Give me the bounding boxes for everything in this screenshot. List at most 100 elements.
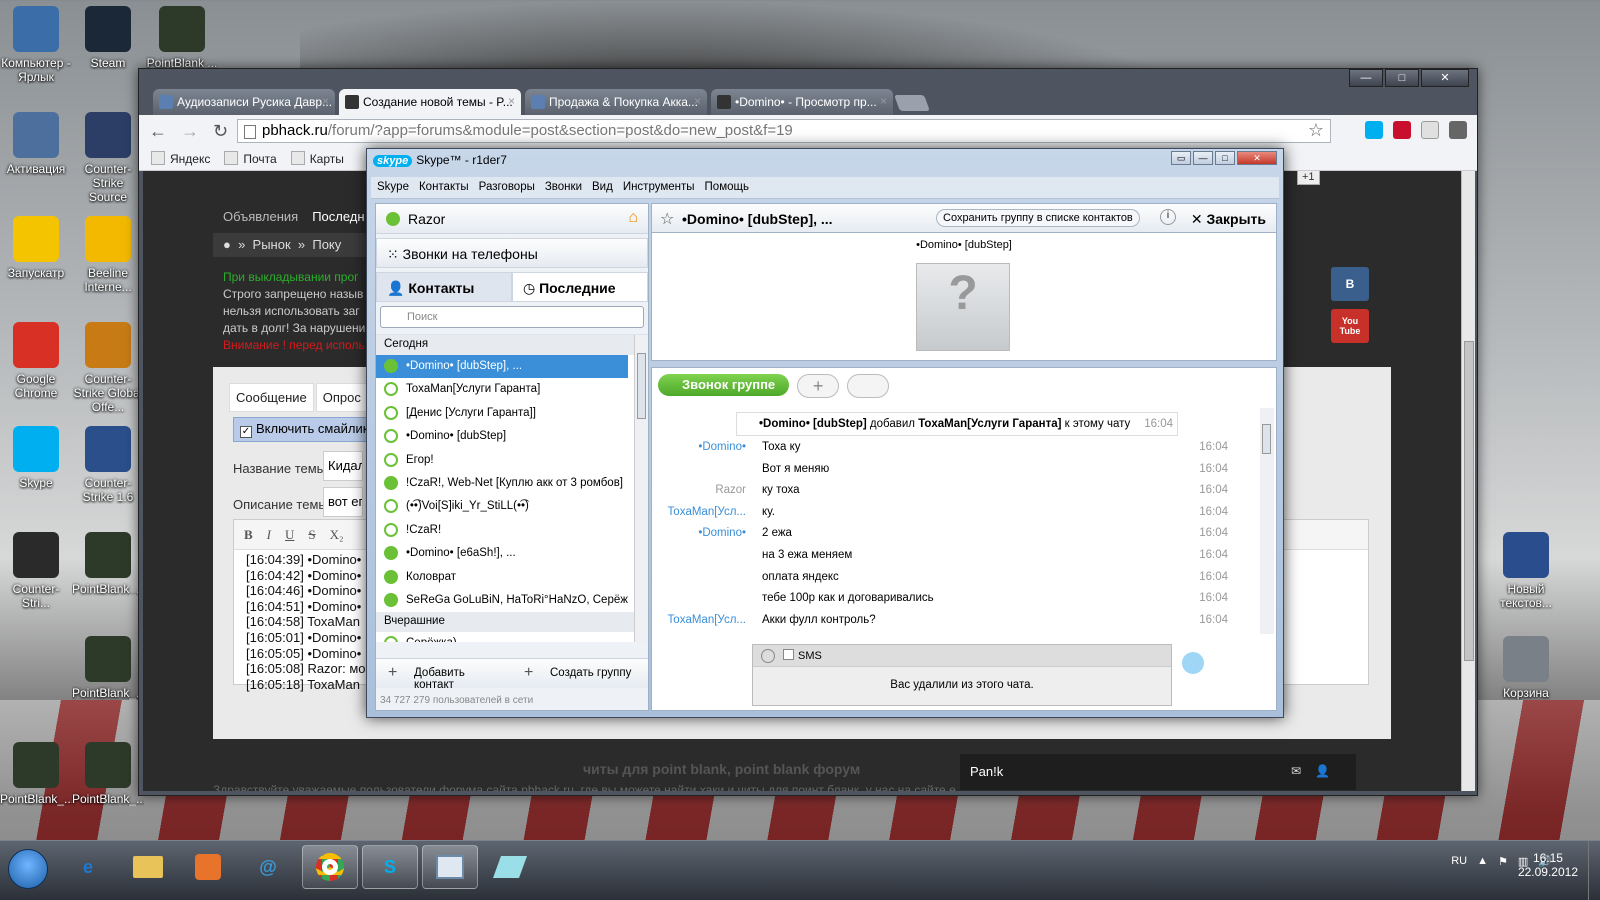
taskbar-skype-icon[interactable]: S — [362, 845, 418, 889]
minimize-button[interactable]: — — [1349, 69, 1383, 87]
chat-message[interactable]: •Domino• 2 ежа 16:04 — [652, 522, 1264, 544]
taskbar-window-icon[interactable] — [422, 845, 478, 889]
sms-checkbox[interactable] — [783, 649, 794, 660]
message-author[interactable]: •Domino• — [652, 441, 746, 453]
subscript-button[interactable]: X₂ — [330, 527, 344, 542]
tab-recent[interactable]: ◷ Последние — [512, 272, 648, 302]
chat-message[interactable]: Razor ку тоха 16:04 — [652, 479, 1264, 501]
compact-view-button[interactable]: ▭ — [1171, 151, 1191, 165]
bookmark-star-icon[interactable]: ☆ — [1308, 120, 1324, 141]
chat-message[interactable]: Вот я меняю 16:04 — [652, 458, 1264, 480]
taskbar-ie-icon[interactable]: e — [60, 845, 116, 889]
desktop-icon[interactable]: Steam — [72, 6, 144, 70]
favorite-star-icon[interactable]: ☆ — [660, 209, 674, 229]
create-group-button[interactable]: Создать группу — [512, 659, 648, 688]
maximize-button[interactable]: □ — [1385, 69, 1419, 87]
desktop-icon[interactable]: Beeline Interne... — [72, 216, 144, 294]
desktop-icon[interactable]: Counter-Stri... — [0, 532, 72, 610]
nav-announcements[interactable]: Объявления — [223, 209, 298, 224]
close-button[interactable]: ✕ — [1421, 69, 1469, 87]
chat-message[interactable]: ToxaMan[Усл... ку. 16:04 — [652, 501, 1264, 523]
message-author[interactable]: Razor — [652, 484, 746, 496]
desktop-icon[interactable]: Google Chrome — [0, 322, 72, 400]
desktop-icon[interactable]: PointBlank_... — [72, 636, 144, 700]
new-tab-button[interactable] — [894, 95, 930, 111]
show-desktop-button[interactable] — [1588, 841, 1600, 900]
add-participant-button[interactable]: + — [797, 374, 840, 398]
wrench-icon[interactable] — [1449, 121, 1467, 139]
clock[interactable]: 16:15 22.09.2012 — [1518, 851, 1578, 879]
chat-panel-panik[interactable]: Pan!k ✉👤 — [960, 754, 1356, 790]
recent-item[interactable]: SeReGa GoLuBiN, HaToRi°HaNzO, Серёжк... — [376, 589, 628, 612]
desktop-icon[interactable]: Новый текстов... — [1490, 532, 1562, 610]
underline-button[interactable]: U — [285, 527, 294, 542]
minimize-button[interactable]: — — [1193, 151, 1213, 165]
tab-contacts[interactable]: 👤 Контакты — [376, 272, 512, 302]
taskbar-explorer-icon[interactable] — [120, 845, 176, 889]
topic-description-input[interactable]: вот ег — [323, 487, 363, 517]
strike-button[interactable]: S — [308, 527, 315, 542]
close-tab-icon[interactable]: × — [508, 94, 515, 108]
close-tab-icon[interactable]: × — [322, 94, 329, 108]
action-center-flag-icon[interactable]: ⚑ — [1498, 855, 1508, 868]
desktop-icon[interactable]: PointBlank ... — [146, 6, 218, 70]
tab-message[interactable]: Сообщение — [229, 383, 314, 412]
desktop-icon[interactable]: Корзина — [1490, 636, 1562, 700]
close-button[interactable]: ✕ — [1237, 151, 1277, 165]
chat-message[interactable]: ToxaMan[Усл... Акки фулл контроль? 16:04 — [652, 609, 1264, 631]
recent-item[interactable]: ToxaMan[Услуги Гаранта] — [376, 378, 628, 401]
kaspersky-extension-icon[interactable] — [1393, 121, 1411, 139]
desktop-icon[interactable]: Skype — [0, 426, 72, 490]
tab-poll[interactable]: Опрос — [315, 383, 368, 412]
bookmark-maps[interactable]: Карты — [291, 151, 344, 166]
enable-smilies-checkbox[interactable]: ✓ Включить смайлик — [233, 417, 376, 442]
chat-message[interactable]: тебе 100р как и договаривались 16:04 — [652, 587, 1264, 609]
forward-arrow-icon[interactable]: → — [181, 121, 199, 142]
group-call-button[interactable]: Звонок группе — [658, 374, 790, 396]
call-phones-button[interactable]: ⁙ Звонки на телефоны — [376, 238, 648, 268]
menu-conversations[interactable]: Разговоры — [479, 181, 535, 194]
desktop-icon[interactable]: PointBlank_... — [72, 532, 144, 596]
recent-item[interactable]: [Денис [Услуги Гаранта]] — [376, 402, 628, 425]
nav-latest[interactable]: Последн — [312, 209, 364, 224]
desktop-icon[interactable]: Запускатр — [0, 216, 72, 280]
youtube-button[interactable]: You Tube — [1331, 309, 1369, 343]
italic-button[interactable]: I — [267, 527, 271, 542]
address-bar[interactable]: pbhack.ru/forum/?app=forums&module=post&… — [237, 119, 1331, 143]
k-extension-icon[interactable] — [1421, 121, 1439, 139]
home-icon[interactable]: ⌂ — [628, 209, 638, 227]
maximize-button[interactable]: □ — [1215, 151, 1235, 165]
taskbar-notes-icon[interactable] — [482, 845, 538, 889]
tab-domino-profile[interactable]: •Domino• - Просмотр пр... × — [711, 89, 893, 115]
close-tab-icon[interactable]: × — [694, 94, 701, 108]
taskbar-chrome-icon[interactable] — [302, 845, 358, 889]
recent-item[interactable]: Коловрат — [376, 566, 628, 589]
chat-message[interactable]: •Domino• Тоха ку 16:04 — [652, 436, 1264, 458]
menu-tools[interactable]: Инструменты — [623, 181, 695, 194]
recent-item[interactable]: (•͡•)Voi[S]iki_Yr_StiLL(•͡•) — [376, 495, 628, 518]
add-contact-button[interactable]: Добавить контакт — [376, 659, 512, 691]
page-scrollbar[interactable] — [1461, 171, 1475, 791]
send-button[interactable] — [1182, 652, 1204, 674]
close-tab-icon[interactable]: × — [880, 94, 887, 108]
menu-skype[interactable]: Skype — [377, 181, 409, 194]
taskbar-qip-icon[interactable]: @ — [240, 845, 296, 889]
bookmark-mail[interactable]: Почта — [224, 151, 276, 166]
menu-contacts[interactable]: Контакты — [419, 181, 469, 194]
tray-overflow-icon[interactable]: ▲ — [1477, 855, 1488, 868]
tab-new-topic[interactable]: Создание новой темы - P... × — [339, 89, 521, 115]
message-author[interactable]: •Domino• — [652, 527, 746, 539]
recent-item[interactable]: !CzaR! — [376, 519, 628, 542]
call-quality-icon[interactable] — [847, 374, 890, 398]
message-scrollbar[interactable] — [1260, 408, 1274, 634]
scrollbar-thumb[interactable] — [637, 353, 646, 419]
status-selector[interactable]: Razor ⌂ — [376, 204, 648, 234]
desktop-icon[interactable]: Активация — [0, 112, 72, 176]
recent-list-scrollbar[interactable] — [634, 335, 648, 642]
desktop-icon[interactable]: Компьютер - Ярлык — [0, 6, 72, 84]
recent-item[interactable]: •Domino• [e6aSh!], ... — [376, 542, 628, 565]
back-arrow-icon[interactable]: ← — [149, 121, 167, 142]
message-author[interactable]: ToxaMan[Усл... — [652, 506, 746, 518]
topic-title-input[interactable]: Кидал — [323, 451, 363, 481]
info-icon[interactable]: i — [1160, 209, 1176, 225]
